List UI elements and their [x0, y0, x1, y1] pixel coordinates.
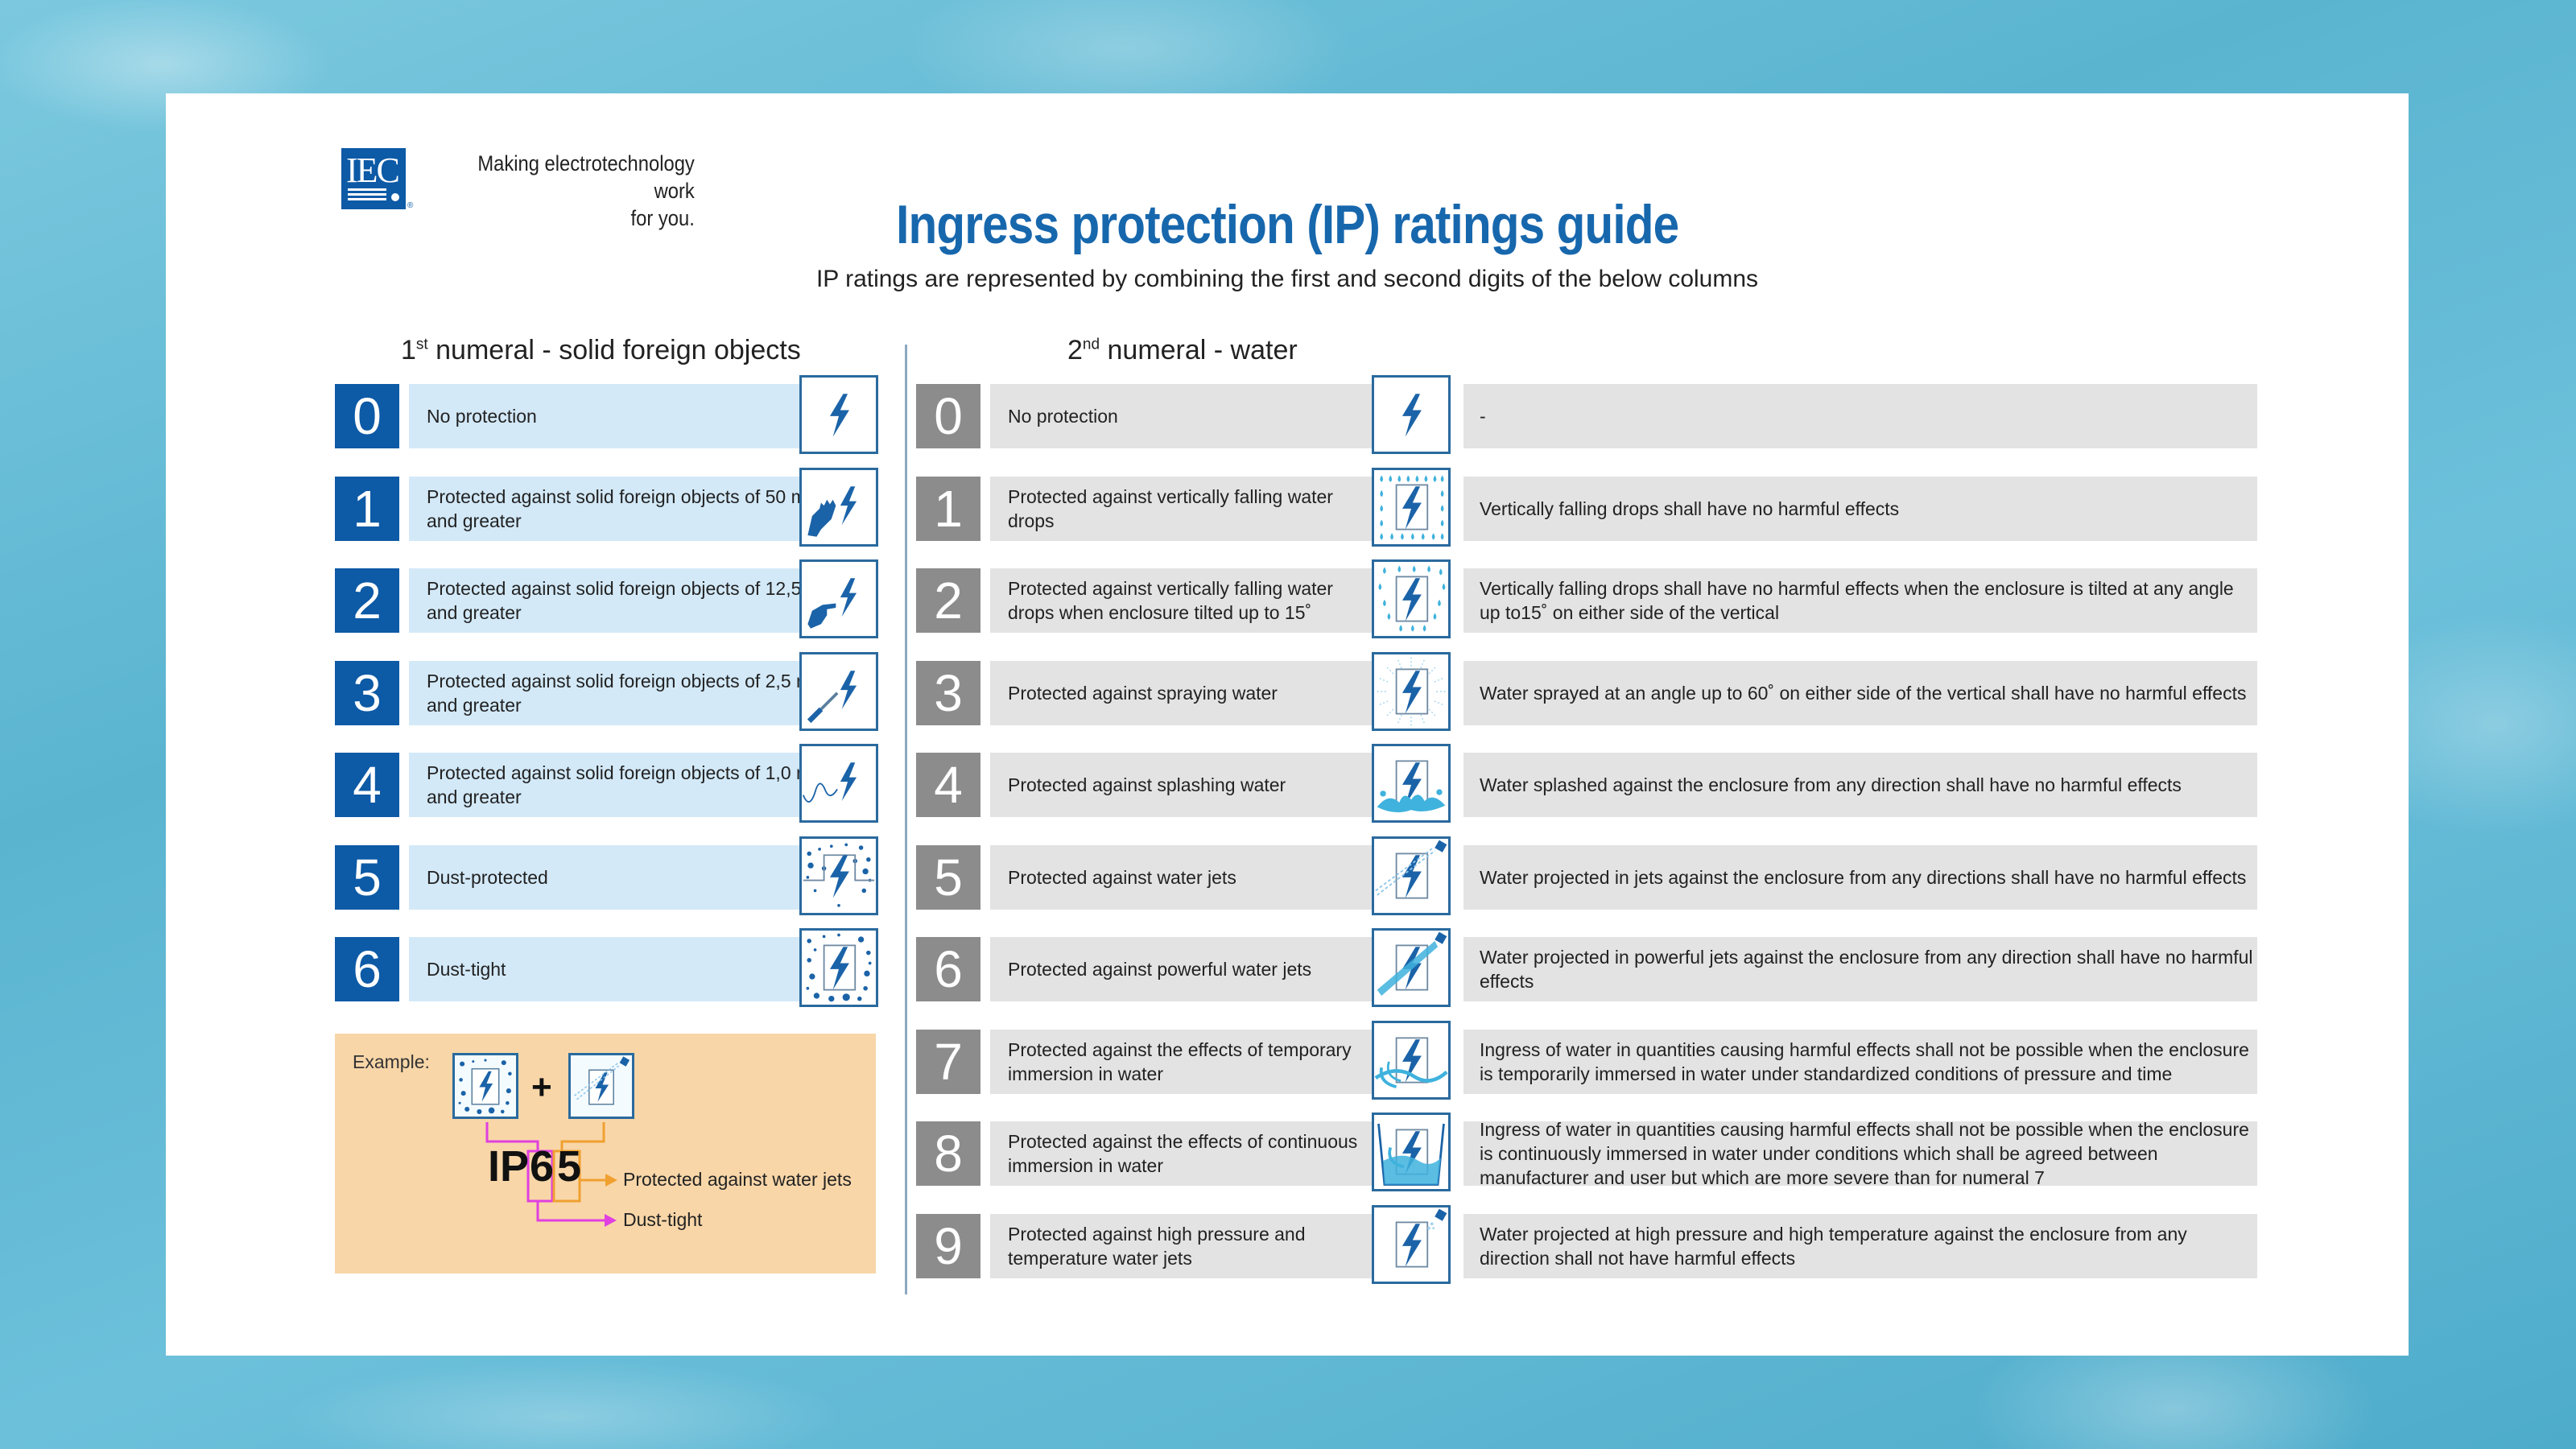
water-jet-icon	[1372, 836, 1451, 915]
example-connectors	[485, 1122, 617, 1227]
falling-drops-icon	[1372, 467, 1451, 547]
ip-prefix: IP	[488, 1142, 530, 1191]
rating-digit: 3	[916, 660, 980, 725]
solid-rating-row: 4 Protected against solid foreign object…	[335, 744, 882, 826]
water-rating-row: 5 Protected against water jets Water pro…	[916, 836, 2260, 919]
water-rating-row: 7 Protected against the effects of tempo…	[916, 1020, 2260, 1103]
spray-icon	[1372, 651, 1451, 731]
rating-description: No protection	[990, 384, 1373, 448]
rating-digit: 6	[916, 937, 980, 1001]
water-rating-row: 1 Protected against vertically falling w…	[916, 467, 2260, 550]
water-rating-row: 2 Protected against vertically falling w…	[916, 559, 2260, 642]
rating-digit: 6	[335, 937, 399, 1001]
rating-digit: 7	[916, 1029, 980, 1094]
rating-requirement: Water sprayed at an angle up to 60˚ on e…	[1463, 660, 2257, 725]
lightning-icon	[799, 375, 878, 454]
page-title: Ingress protection (IP) ratings guide	[895, 194, 1679, 255]
water-rating-row: 4 Protected against splashing water Wate…	[916, 744, 2260, 826]
hand-icon	[799, 467, 878, 547]
guide-card: IEC ® Making electrotechnology work for …	[166, 93, 2409, 1356]
solid-rating-row: 0 No protection	[335, 375, 882, 457]
rating-requirement: Ingress of water in quantities causing h…	[1463, 1119, 2257, 1188]
first-digit-meaning: Dust-tight	[623, 1209, 703, 1230]
rating-digit: 0	[916, 384, 980, 448]
finger-icon	[799, 559, 878, 638]
ip-second-digit: 5	[557, 1142, 582, 1191]
powerful-jet-icon	[1372, 928, 1451, 1007]
rating-description: Protected against splashing water	[990, 753, 1373, 817]
rating-description: Protected against vertically falling wat…	[990, 476, 1373, 541]
rating-description: Protected against high pressure and temp…	[990, 1213, 1373, 1278]
solid-rating-row: 1 Protected against solid foreign object…	[335, 467, 882, 550]
solid-rating-row: 2 Protected against solid foreign object…	[335, 559, 882, 642]
rating-requirement: Vertically falling drops shall have no h…	[1463, 476, 2257, 541]
rating-digit: 2	[335, 568, 399, 633]
high-pressure-jet-icon	[1372, 1204, 1451, 1284]
water-rating-row: 3 Protected against spraying water Water…	[916, 651, 2260, 734]
rating-description: Protected against vertically falling wat…	[990, 568, 1373, 633]
column-divider	[905, 345, 907, 1294]
rating-description: Protected against water jets	[990, 844, 1373, 910]
water-rating-row: 6 Protected against powerful water jets …	[916, 928, 2260, 1010]
water-rating-row: 0 No protection -	[916, 375, 2260, 457]
solid-rating-row: 3 Protected against solid foreign object…	[335, 651, 882, 734]
ip-first-digit: 6	[530, 1142, 555, 1191]
dust-tight-icon	[799, 928, 878, 1007]
rating-requirement: Water projected in jets against the encl…	[1463, 844, 2257, 910]
rating-digit: 9	[916, 1213, 980, 1278]
screwdriver-icon	[799, 651, 878, 731]
dust-protected-icon	[799, 836, 878, 915]
rating-requirement: Water projected in powerful jets against…	[1463, 937, 2257, 1001]
rating-digit: 1	[335, 476, 399, 541]
rating-description: Protected against the effects of continu…	[990, 1121, 1373, 1186]
rating-requirement: Water projected at high pressure and hig…	[1463, 1213, 2257, 1278]
rating-requirement: -	[1463, 384, 2257, 448]
wire-icon	[799, 744, 878, 823]
rating-digit: 4	[916, 753, 980, 817]
water-rating-row: 8 Protected against the effects of conti…	[916, 1113, 2260, 1195]
water-rating-row: 9 Protected against high pressure and te…	[916, 1204, 2260, 1287]
rating-digit: 4	[335, 753, 399, 817]
tilted-drops-icon	[1372, 559, 1451, 638]
page-subtitle: IP ratings are represented by combining …	[815, 266, 1759, 292]
lightning-icon	[1372, 375, 1451, 454]
rating-digit: 1	[916, 476, 980, 541]
rating-requirement: Ingress of water in quantities causing h…	[1463, 1029, 2257, 1094]
rating-digit: 5	[916, 844, 980, 910]
solid-rating-row: 6 Dust-tight	[335, 928, 882, 1010]
rating-digit: 0	[335, 384, 399, 448]
first-column-heading: 1st numeral - solid foreign objects	[401, 335, 801, 365]
solid-rating-row: 5 Dust-protected	[335, 836, 882, 919]
second-digit-meaning: Protected against water jets	[623, 1169, 852, 1190]
rating-digit: 3	[335, 660, 399, 725]
rating-description: Protected against spraying water	[990, 660, 1373, 725]
rating-digit: 8	[916, 1121, 980, 1186]
temporary-immersion-icon	[1372, 1020, 1451, 1100]
example-box: Example: + IP 6 5 Protected against wate…	[335, 1034, 876, 1274]
rating-digit: 5	[335, 844, 399, 910]
rating-digit: 2	[916, 568, 980, 633]
rating-requirement: Vertically falling drops shall have no h…	[1463, 568, 2257, 633]
continuous-immersion-icon	[1372, 1113, 1451, 1191]
second-column-heading: 2nd numeral - water	[1067, 335, 1298, 365]
rating-description: Protected against the effects of tempora…	[990, 1029, 1373, 1094]
splash-icon	[1372, 744, 1451, 823]
rating-requirement: Water splashed against the enclosure fro…	[1463, 753, 2257, 817]
rating-description: Protected against powerful water jets	[990, 937, 1373, 1001]
